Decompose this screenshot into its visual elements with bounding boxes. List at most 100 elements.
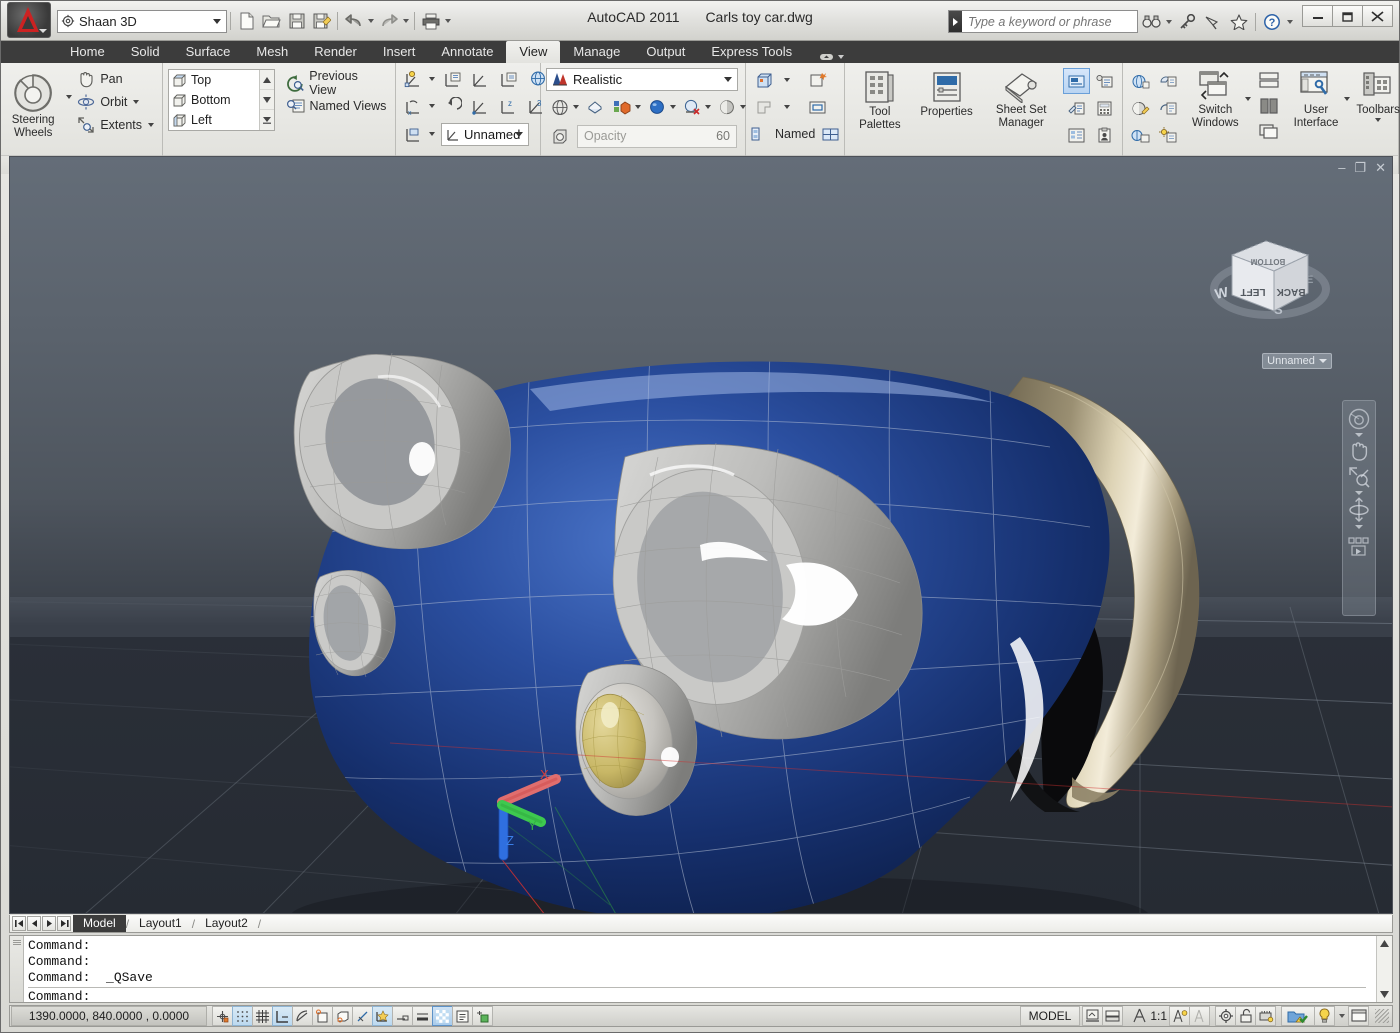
materials-browser-button[interactable] — [1155, 68, 1182, 94]
xray-dropdown-icon[interactable] — [573, 105, 579, 109]
drawing-viewport[interactable]: X Y Z – ❐ ✕ W S E LEFT BAC — [9, 156, 1393, 914]
tool-palettes-button[interactable]: Tool Palettes — [849, 67, 911, 132]
command-line-grip[interactable] — [10, 936, 24, 1002]
tab-manage[interactable]: Manage — [560, 41, 633, 63]
nav-orbit-button[interactable] — [1344, 497, 1374, 523]
next-layout-button[interactable] — [42, 916, 56, 931]
switch-windows-dropdown-icon[interactable] — [1245, 97, 1251, 101]
minimize-button[interactable] — [1302, 5, 1333, 27]
nav-zoom-button[interactable] — [1344, 465, 1374, 489]
steering-wheel-dropdown-icon[interactable] — [1355, 433, 1363, 437]
scroll-end-button[interactable] — [260, 110, 274, 130]
search-box[interactable] — [948, 10, 1138, 33]
workspace-switching-button[interactable] — [1215, 1006, 1236, 1026]
sheet-set-palette-button[interactable] — [1091, 122, 1118, 148]
lineweight-toggle[interactable] — [412, 1006, 433, 1026]
calculator-button[interactable] — [1091, 95, 1118, 121]
qat-customize-icon[interactable] — [445, 19, 451, 23]
tile-horizontally-button[interactable] — [1254, 68, 1284, 92]
annotation-visibility-button[interactable] — [1169, 1006, 1190, 1026]
status-bar-menu-icon[interactable] — [1339, 1014, 1345, 1018]
scroll-down-button[interactable] — [260, 90, 274, 110]
lights-in-model-button[interactable] — [1155, 122, 1182, 148]
visual-style-combo[interactable]: Realistic — [546, 68, 738, 91]
nav-steering-wheel-button[interactable] — [1344, 407, 1374, 431]
switch-windows-button[interactable]: Switch Windows — [1192, 67, 1239, 130]
command-line-window[interactable]: Command: Command: Command: _QSave Comman… — [9, 935, 1393, 1003]
hardware-acceleration-button[interactable] — [1255, 1006, 1276, 1026]
redo-dropdown-icon[interactable] — [403, 19, 409, 23]
undo-button[interactable] — [341, 10, 366, 33]
annotation-scale-value[interactable]: 1:1 — [1150, 1009, 1167, 1023]
transparency-toggle[interactable] — [432, 1006, 453, 1026]
ortho-mode-toggle[interactable] — [272, 1006, 293, 1026]
advanced-render-settings-button[interactable] — [1127, 122, 1154, 148]
views-list-scrollbar[interactable] — [259, 70, 274, 130]
sheet-set-manager-button[interactable]: Sheet Set Manager — [982, 67, 1060, 130]
tab-view[interactable]: View — [506, 41, 560, 63]
favorites-button[interactable] — [1226, 10, 1252, 33]
user-interface-button[interactable]: User Interface — [1294, 67, 1339, 130]
layout-tab-layout2[interactable]: Layout2 — [195, 915, 258, 932]
cascade-button[interactable] — [1254, 120, 1284, 144]
new-button[interactable] — [234, 10, 259, 33]
search-options-icon[interactable] — [1166, 20, 1172, 24]
xray-toggle-button[interactable] — [546, 123, 573, 149]
coordinate-display[interactable]: 1390.0000, 840.0000 , 0.0000 — [11, 1006, 207, 1026]
steering-wheels-button[interactable]: Steering Wheels — [6, 67, 60, 140]
viewport-close-button[interactable]: ✕ — [1375, 161, 1386, 174]
materials-editor-button[interactable] — [1127, 95, 1154, 121]
layout-tab-model[interactable]: Model — [73, 915, 126, 932]
face-color-dropdown-icon[interactable] — [635, 105, 641, 109]
quick-calc-button[interactable] — [1063, 95, 1090, 121]
last-layout-button[interactable] — [57, 916, 71, 931]
face-color-button[interactable] — [608, 94, 635, 120]
render-presets-button[interactable] — [1155, 95, 1182, 121]
ucs-named-button[interactable] — [439, 66, 466, 92]
ucs-x-button[interactable]: x — [400, 93, 427, 119]
lighting-button[interactable] — [713, 94, 740, 120]
viewport-restore-button[interactable]: ❐ — [1354, 161, 1366, 174]
search-dropdown-icon[interactable] — [949, 11, 962, 32]
ucs-axis-dropdown-icon[interactable] — [429, 104, 435, 108]
layout-tab-layout1[interactable]: Layout1 — [129, 915, 192, 932]
tab-output[interactable]: Output — [633, 41, 698, 63]
close-button[interactable] — [1362, 5, 1393, 27]
undo-dropdown-icon[interactable] — [368, 19, 374, 23]
dynamic-input-toggle[interactable] — [392, 1006, 413, 1026]
new-viewport-button[interactable] — [804, 67, 831, 93]
nav-pan-button[interactable] — [1344, 439, 1374, 463]
join-dropdown-icon[interactable] — [784, 105, 790, 109]
clean-screen-button[interactable] — [1348, 1006, 1369, 1026]
model-paper-toggle[interactable]: MODEL — [1020, 1006, 1081, 1026]
tab-annotate[interactable]: Annotate — [428, 41, 506, 63]
scroll-up-button[interactable] — [260, 70, 274, 90]
ucs-named-combo[interactable]: Unnamed — [441, 123, 529, 146]
previous-layout-button[interactable] — [27, 916, 41, 931]
tab-express-tools[interactable]: Express Tools — [698, 41, 805, 63]
application-menu-button[interactable] — [7, 2, 51, 38]
ucs-origin-button[interactable] — [467, 93, 494, 119]
quick-view-layouts-button[interactable] — [1082, 1006, 1103, 1026]
shadow-button[interactable] — [643, 94, 670, 120]
ucs-face-button[interactable] — [400, 121, 427, 147]
save-as-button[interactable] — [309, 10, 334, 33]
shadow-off-button[interactable] — [678, 94, 705, 120]
workspace-selector[interactable]: Shaan 3D — [57, 10, 227, 33]
shadow-dropdown-icon[interactable] — [670, 105, 676, 109]
tab-solid[interactable]: Solid — [118, 41, 173, 63]
viewport-minimize-button[interactable]: – — [1338, 161, 1345, 174]
grid-display-toggle[interactable] — [232, 1006, 253, 1026]
opacity-field[interactable]: Opacity 60 — [577, 125, 737, 148]
first-layout-button[interactable] — [12, 916, 26, 931]
viewport-config-dropdown-icon[interactable] — [784, 78, 790, 82]
help-button[interactable]: ? — [1259, 10, 1285, 33]
orbit-dropdown-icon[interactable] — [133, 100, 139, 104]
ucs-world-button[interactable] — [495, 66, 522, 92]
view-name-label[interactable]: Unnamed — [1262, 353, 1332, 369]
subscription-center-button[interactable] — [1174, 10, 1200, 33]
toy-car-3d-model[interactable]: X Y Z — [10, 157, 1393, 914]
dashboard-palette-button[interactable] — [1063, 68, 1090, 94]
communication-center-button[interactable] — [1200, 10, 1226, 33]
tile-vertically-button[interactable] — [1254, 94, 1284, 118]
